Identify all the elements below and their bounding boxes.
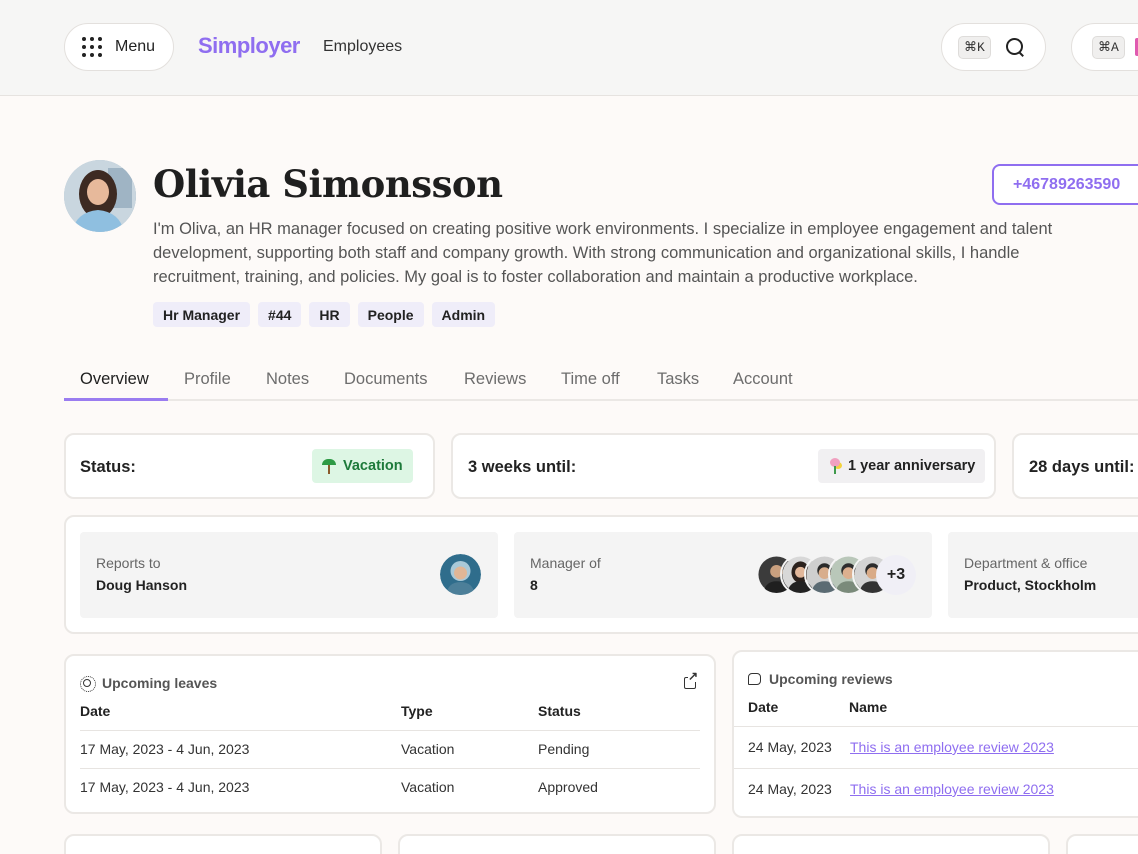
anniversary-card: 3 weeks until: 1 year anniversary <box>451 433 996 499</box>
tag: People <box>357 302 424 327</box>
column-header-name: Name <box>849 699 888 715</box>
tab-bar: Overview Profile Notes Documents Reviews… <box>64 360 1138 401</box>
tab-reviews[interactable]: Reviews <box>464 370 526 389</box>
manager-of-box[interactable]: Manager of 8 +3 <box>514 532 932 618</box>
tag-list: Hr Manager #44 HR People Admin <box>153 302 496 327</box>
tab-time-off[interactable]: Time off <box>561 370 620 389</box>
review-date: 24 May, 2023 <box>748 781 832 797</box>
active-tab-indicator <box>64 398 168 401</box>
row-divider <box>734 726 1138 727</box>
reports-to-value: Doug Hanson <box>96 577 187 593</box>
tag: #44 <box>258 302 302 327</box>
anniversary-value: 1 year anniversary <box>848 458 976 474</box>
upcoming-leaves-title: Upcoming leaves <box>80 675 218 692</box>
tab-profile[interactable]: Profile <box>184 370 231 389</box>
bouquet-icon <box>828 458 842 474</box>
tag: Admin <box>431 302 496 327</box>
upcoming-reviews-card: Upcoming reviews Date Name 24 May, 2023 … <box>732 650 1138 818</box>
manager-of-label: Manager of <box>530 555 601 571</box>
avatar <box>440 554 481 595</box>
tab-documents[interactable]: Documents <box>344 370 427 389</box>
account-button[interactable]: ⌘A <box>1071 23 1138 71</box>
brand-logo[interactable]: Simployer <box>198 33 300 59</box>
breadcrumb[interactable]: Employees <box>323 38 402 56</box>
countdown-label: 28 days until: <box>1029 458 1135 476</box>
widget-card <box>64 834 382 854</box>
status-badge: Vacation <box>312 449 413 483</box>
external-link-icon[interactable] <box>684 670 699 689</box>
tab-notes[interactable]: Notes <box>266 370 309 389</box>
anniversary-label: 3 weeks until: <box>468 458 577 476</box>
status-value: Vacation <box>343 458 403 474</box>
search-button[interactable]: ⌘K <box>941 23 1046 71</box>
sun-icon <box>80 676 96 692</box>
widget-card <box>732 834 1050 854</box>
widget-card <box>1066 834 1138 854</box>
menu-button[interactable]: Menu <box>64 23 174 71</box>
tab-tasks[interactable]: Tasks <box>657 370 699 389</box>
review-link[interactable]: This is an employee review 2023 <box>850 739 1054 755</box>
status-card: Status: Vacation <box>64 433 435 499</box>
leave-type: Vacation <box>401 779 455 795</box>
top-bar: Menu Simployer Employees ⌘K ⌘A <box>0 0 1138 96</box>
upcoming-leaves-label: Upcoming leaves <box>102 675 218 691</box>
avatar <box>64 160 136 232</box>
status-label: Status: <box>80 458 136 476</box>
department-value: Product, Stockholm <box>964 577 1097 593</box>
tag: HR <box>309 302 350 327</box>
upcoming-leaves-card: Upcoming leaves Date Type Status 17 May,… <box>64 654 716 814</box>
column-header-date: Date <box>80 703 111 719</box>
reports-to-label: Reports to <box>96 555 161 571</box>
reports-to-box[interactable]: Reports to Doug Hanson <box>80 532 498 618</box>
leave-type: Vacation <box>401 741 455 757</box>
search-icon <box>1005 37 1025 57</box>
tab-account[interactable]: Account <box>733 370 793 389</box>
row-divider <box>80 730 700 731</box>
column-header-date: Date <box>748 699 779 715</box>
relations-card: Reports to Doug Hanson Manager of 8 +3 D… <box>64 515 1138 634</box>
upcoming-reviews-label: Upcoming reviews <box>769 671 893 687</box>
more-reports-badge[interactable]: +3 <box>876 555 916 595</box>
countdown-card: 28 days until: <box>1012 433 1138 499</box>
column-header-type: Type <box>401 703 433 719</box>
phone-button[interactable]: +46789263590 <box>992 164 1138 205</box>
employee-name: Olivia Simonsson <box>153 162 503 206</box>
widget-card <box>398 834 716 854</box>
palm-tree-icon <box>322 458 336 474</box>
tab-overview[interactable]: Overview <box>80 370 149 389</box>
search-shortcut: ⌘K <box>958 35 991 59</box>
review-date: 24 May, 2023 <box>748 739 832 755</box>
leave-date: 17 May, 2023 - 4 Jun, 2023 <box>80 741 250 757</box>
tag: Hr Manager <box>153 302 251 327</box>
employee-bio: I'm Oliva, an HR manager focused on crea… <box>153 220 1053 286</box>
menu-label: Menu <box>115 38 156 55</box>
department-label: Department & office <box>964 555 1088 571</box>
leave-date: 17 May, 2023 - 4 Jun, 2023 <box>80 779 250 795</box>
row-divider <box>80 768 700 769</box>
leave-status: Approved <box>538 779 598 795</box>
upcoming-reviews-title: Upcoming reviews <box>748 671 893 687</box>
department-box: Department & office Product, Stockholm <box>948 532 1138 618</box>
leave-status: Pending <box>538 741 590 757</box>
manager-of-value: 8 <box>530 577 538 593</box>
anniversary-badge: 1 year anniversary <box>818 449 986 483</box>
chat-icon <box>748 673 761 685</box>
account-shortcut: ⌘A <box>1092 35 1125 59</box>
column-header-status: Status <box>538 703 581 719</box>
grid-menu-icon <box>82 37 102 57</box>
review-link[interactable]: This is an employee review 2023 <box>850 781 1054 797</box>
row-divider <box>734 768 1138 769</box>
